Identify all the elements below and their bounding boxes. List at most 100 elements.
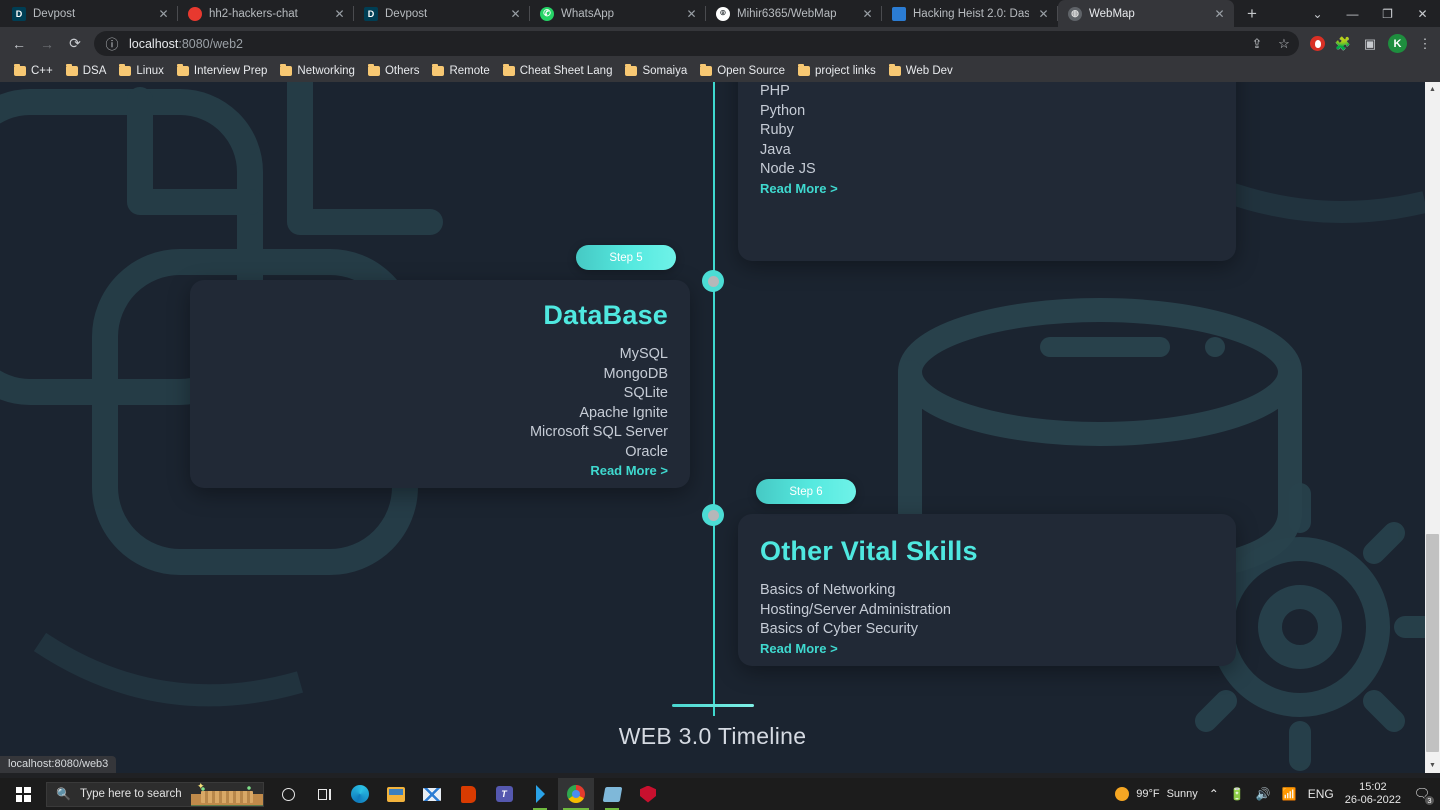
windows-logo-icon [15, 786, 31, 802]
chrome-menu-icon[interactable]: ⋮ [1416, 35, 1434, 53]
file-explorer-button[interactable] [378, 778, 414, 810]
bookmark-label: project links [814, 65, 876, 77]
mail-button[interactable] [414, 778, 450, 810]
weather-condition: Sunny [1166, 788, 1198, 800]
page-viewport: PHP Python Ruby Java Node JS Read More >… [0, 82, 1440, 773]
tab-close-icon[interactable]: ✕ [1212, 6, 1227, 21]
reload-icon[interactable]: ⟳ [62, 31, 88, 57]
battery-icon[interactable]: 🔋 [1230, 787, 1245, 801]
bookmark-star-icon[interactable]: ☆ [1275, 35, 1293, 53]
edge-button[interactable] [342, 778, 378, 810]
folder-icon [700, 64, 713, 76]
list-item: Oracle [625, 443, 668, 460]
close-window-button[interactable]: ✕ [1405, 0, 1440, 27]
clock[interactable]: 15:02 26-06-2022 [1345, 781, 1401, 807]
chrome-button[interactable] [558, 778, 594, 810]
bookmark-item[interactable]: Networking [274, 63, 361, 79]
bookmark-item[interactable]: Somaiya [619, 63, 693, 79]
extension-red-icon[interactable] [1310, 36, 1325, 51]
url-path: :8080/web2 [178, 36, 243, 51]
teams-button[interactable]: T [486, 778, 522, 810]
task-view-button[interactable] [306, 778, 342, 810]
new-tab-button[interactable]: + [1238, 0, 1266, 27]
tab-title: Devpost [385, 7, 428, 20]
tab-list-icon[interactable]: ⌄ [1300, 0, 1335, 27]
search-input[interactable]: 🔍 Type here to search [46, 781, 264, 807]
puzzle-icon[interactable]: 🧩 [1334, 35, 1352, 53]
cortana-button[interactable] [270, 778, 306, 810]
chevron-up-icon[interactable]: ⌃ [1209, 787, 1219, 801]
tab-close-icon[interactable]: ✕ [684, 6, 699, 21]
share-icon[interactable]: ⇪ [1248, 35, 1266, 53]
tab-close-icon[interactable]: ✕ [1036, 6, 1051, 21]
office-button[interactable] [450, 778, 486, 810]
bookmark-item[interactable]: Others [362, 63, 426, 79]
tab-title: WebMap [1089, 7, 1135, 20]
chrome-icon [567, 785, 586, 804]
address-bar[interactable]: ⓘ localhost:8080/web2 ⇪ ☆ [94, 31, 1299, 56]
tab-close-icon[interactable]: ✕ [508, 6, 523, 21]
sticky-notes-icon [602, 785, 622, 804]
scroll-up-icon[interactable]: ▲ [1425, 82, 1440, 97]
forward-icon[interactable]: → [34, 31, 60, 57]
volume-icon[interactable]: 🔊 [1256, 787, 1271, 801]
back-icon[interactable]: ← [6, 31, 32, 57]
bookmark-item[interactable]: Cheat Sheet Lang [497, 63, 619, 79]
bookmark-item[interactable]: Linux [113, 63, 170, 79]
browser-tab[interactable]: D Devpost ✕ [2, 0, 178, 27]
minimize-button[interactable]: — [1335, 0, 1370, 27]
network-icon[interactable]: 📶 [1282, 787, 1297, 801]
cortana-icon [279, 785, 298, 804]
browser-window: D Devpost ✕ hh2-hackers-chat ✕ D Devpost… [0, 0, 1440, 810]
read-more-link[interactable]: Read More > [760, 641, 838, 656]
bookmark-item[interactable]: DSA [60, 63, 113, 79]
timeline-node [702, 504, 724, 526]
bookmark-item[interactable]: project links [792, 63, 882, 79]
list-item: MongoDB [603, 365, 668, 382]
bookmark-item[interactable]: C++ [8, 63, 59, 79]
browser-tab[interactable]: ✆ WhatsApp ✕ [530, 0, 706, 27]
notifications-button[interactable]: 🗨 3 [1412, 785, 1435, 806]
bookmark-item[interactable]: Web Dev [883, 63, 959, 79]
browser-tab[interactable]: hh2-hackers-chat ✕ [178, 0, 354, 27]
start-button[interactable] [0, 778, 46, 810]
sticky-notes-button[interactable] [594, 778, 630, 810]
bookmark-label: DSA [82, 65, 107, 77]
page-scrollbar[interactable]: ▲ ▼ [1425, 82, 1440, 773]
devpost-icon: D [12, 6, 26, 21]
browser-tab[interactable]: Hacking Heist 2.0: Dashboard | D ✕ [882, 0, 1058, 27]
read-more-link[interactable]: Read More > [590, 463, 668, 478]
card-items-list: MySQL MongoDB SQLite Apache Ignite Micro… [212, 345, 668, 462]
tab-close-icon[interactable]: ✕ [332, 6, 347, 21]
site-info-icon[interactable]: ⓘ [103, 35, 121, 53]
browser-tab[interactable]: D Devpost ✕ [354, 0, 530, 27]
read-more-link[interactable]: Read More > [760, 181, 838, 196]
sidepanel-icon[interactable]: ▣ [1361, 35, 1379, 53]
tab-close-icon[interactable]: ✕ [860, 6, 875, 21]
browser-tab-active[interactable]: ◍ WebMap ✕ [1058, 0, 1234, 27]
language-indicator[interactable]: ENG [1308, 787, 1334, 801]
scrollbar-thumb[interactable] [1426, 534, 1439, 752]
bookmark-item[interactable]: Interview Prep [171, 63, 274, 79]
scroll-down-icon[interactable]: ▼ [1425, 758, 1440, 773]
bookmark-label: Others [384, 65, 420, 77]
omnibox-actions: ⇪ ☆ [1248, 35, 1293, 53]
bookmark-item[interactable]: Open Source [694, 63, 791, 79]
tab-close-icon[interactable]: ✕ [156, 6, 171, 21]
vscode-button[interactable] [522, 778, 558, 810]
folder-icon [176, 64, 189, 76]
list-item: Node JS [760, 161, 816, 177]
mail-icon [423, 785, 442, 804]
bookmark-item[interactable]: Remote [426, 63, 495, 79]
maximize-button[interactable]: ❐ [1370, 0, 1405, 27]
list-item: Python [760, 102, 806, 119]
weather-widget[interactable]: 99°F Sunny [1115, 787, 1198, 801]
browser-tab[interactable]: ⌾ Mihir6365/WebMap ✕ [706, 0, 882, 27]
avatar[interactable]: K [1388, 34, 1407, 53]
weather-temperature: 99°F [1136, 788, 1160, 800]
timeline-card: PHP Python Ruby Java Node JS Read More > [738, 82, 1236, 261]
tab-strip: D Devpost ✕ hh2-hackers-chat ✕ D Devpost… [0, 0, 1440, 27]
notification-count: 3 [1424, 795, 1435, 806]
mcafee-button[interactable] [630, 778, 666, 810]
folder-icon [367, 64, 380, 76]
